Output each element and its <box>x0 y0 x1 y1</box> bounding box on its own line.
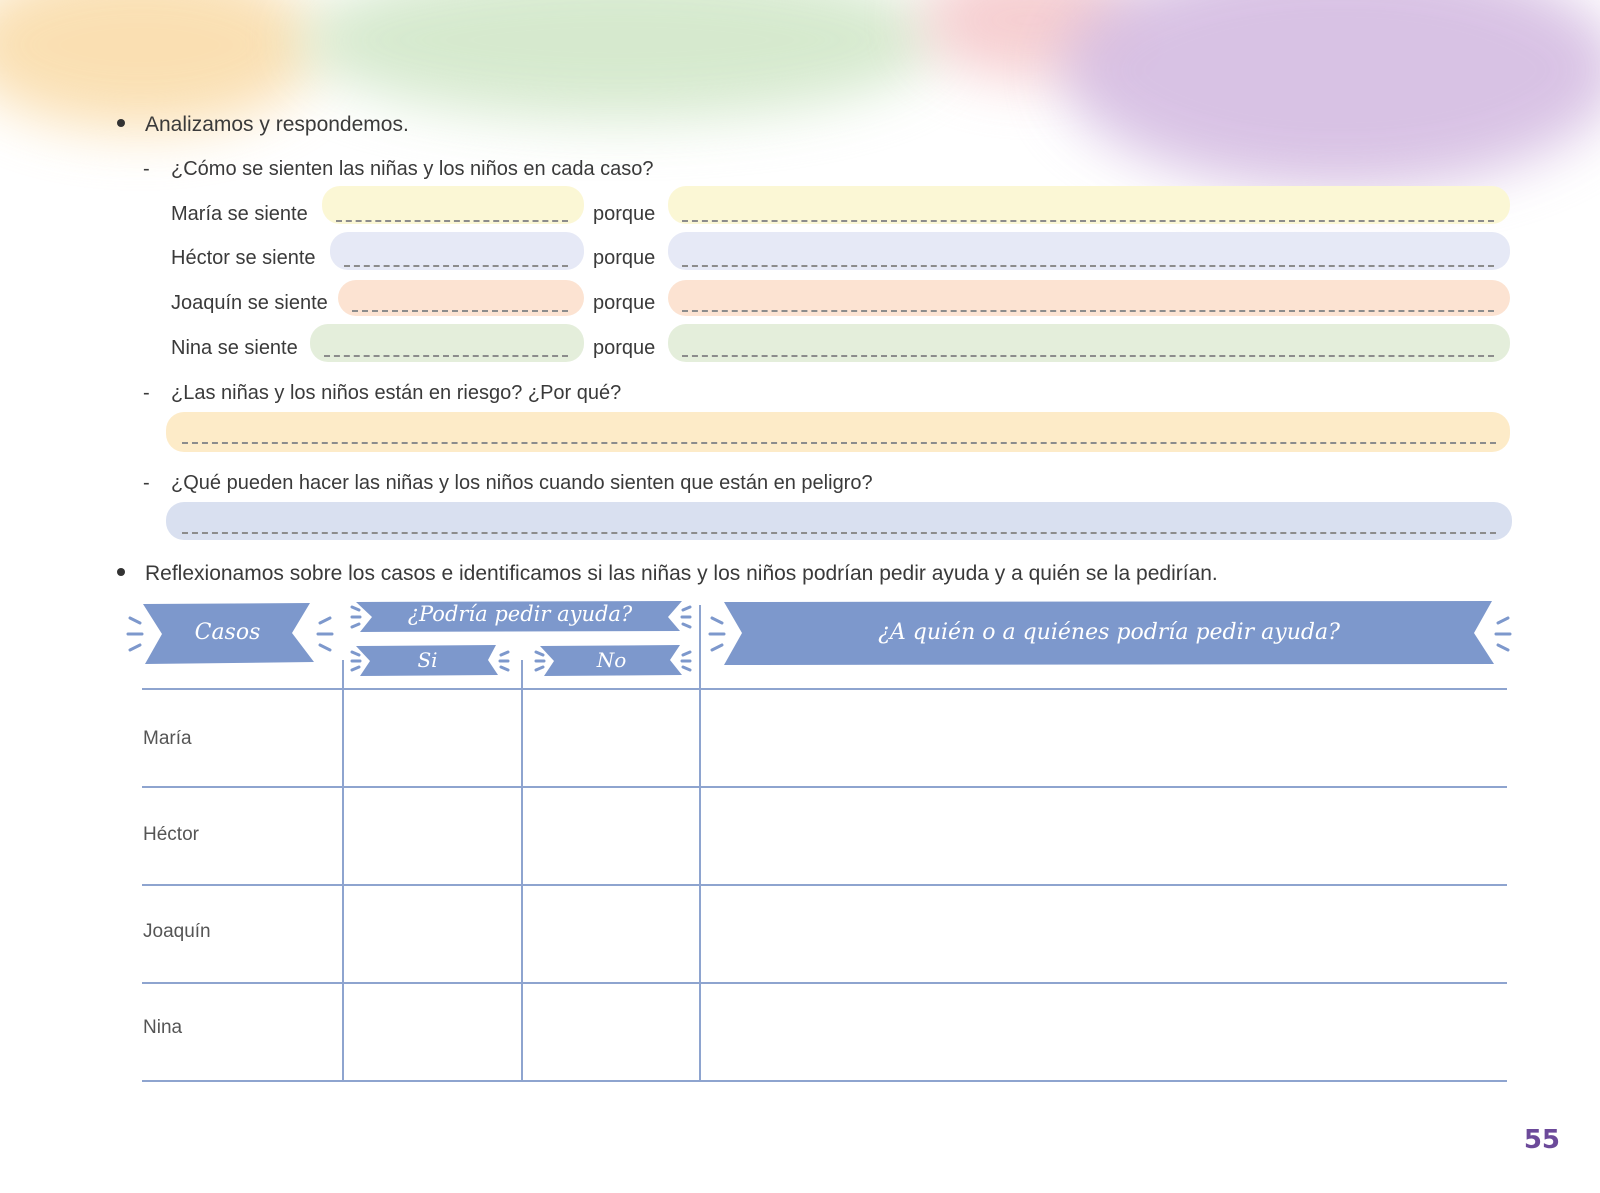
table-line-1 <box>142 786 1507 788</box>
table-col-divider-3 <box>699 605 701 1082</box>
table-row-maria: María <box>143 728 192 749</box>
table-header-ribbons <box>126 601 1512 676</box>
table-col-divider-2 <box>521 660 523 1082</box>
table-line-top <box>142 688 1507 690</box>
header-no: No <box>596 648 627 672</box>
header-podria-pedir-ayuda: ¿Podría pedir ayuda? <box>407 602 633 626</box>
page-number: 55 <box>1523 1125 1560 1155</box>
table-line-2 <box>142 884 1507 886</box>
table-row-joaquin: Joaquín <box>143 921 211 942</box>
header-casos: Casos <box>194 620 261 645</box>
table-line-3 <box>142 982 1507 984</box>
table-line-bottom <box>142 1080 1507 1082</box>
table-row-hector: Héctor <box>143 824 199 845</box>
table-col-divider-1 <box>342 660 344 1082</box>
header-a-quien: ¿A quién o a quiénes podría pedir ayuda? <box>878 620 1340 645</box>
header-si: Si <box>417 648 438 672</box>
table-row-nina: Nina <box>143 1017 183 1038</box>
